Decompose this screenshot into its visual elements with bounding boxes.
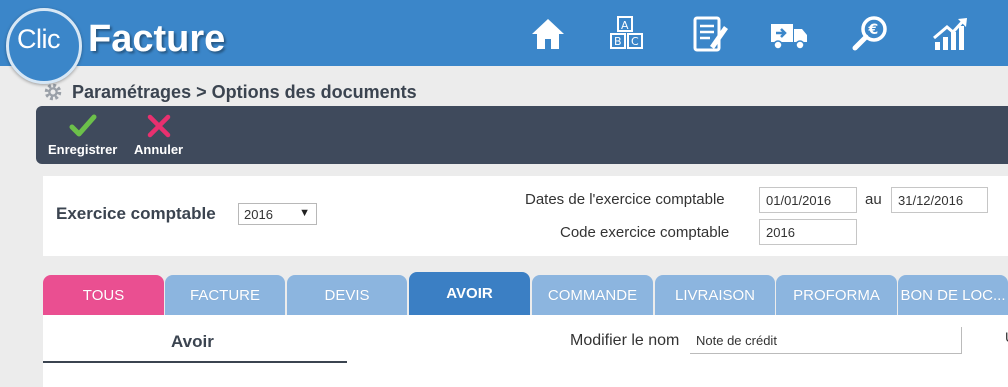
tab-commande[interactable]: COMMANDE xyxy=(532,275,653,315)
exercise-select-value: 2016 xyxy=(244,207,273,222)
section-title: Avoir xyxy=(171,332,214,351)
tab-proforma[interactable]: PROFORMA xyxy=(776,275,897,315)
tab-avoir[interactable]: AVOIR xyxy=(409,272,530,315)
edit-document-icon[interactable] xyxy=(688,14,732,54)
exercise-select[interactable]: 2016 ▼ xyxy=(238,203,317,225)
tab-tous[interactable]: TOUS xyxy=(43,275,164,315)
svg-text:A: A xyxy=(621,19,629,32)
top-header: Clic Facture A B C € xyxy=(0,0,1008,84)
breadcrumb-text: Paramétrages > Options des documents xyxy=(72,81,417,102)
home-icon[interactable] xyxy=(526,14,570,54)
tab-devis[interactable]: DEVIS xyxy=(287,275,407,315)
code-field[interactable]: 2016 xyxy=(759,219,857,245)
tab-livraison[interactable]: LIVRAISON xyxy=(655,275,775,315)
date-start-field[interactable]: 01/01/2016 xyxy=(759,187,857,213)
date-end-field[interactable]: 31/12/2016 xyxy=(891,187,988,213)
exercise-panel: Exercice comptable 2016 ▼ Dates de l'exe… xyxy=(43,176,1008,256)
dropdown-arrow-icon: ▼ xyxy=(299,207,310,219)
exercise-label: Exercice comptable xyxy=(56,204,216,223)
growth-chart-icon[interactable] xyxy=(929,14,973,54)
cancel-label: Annuler xyxy=(134,142,184,157)
checkmark-icon xyxy=(69,114,97,137)
code-label: Code exercice comptable xyxy=(560,224,730,241)
svg-text:B: B xyxy=(614,35,622,48)
action-toolbar: Enregistrer Annuler xyxy=(36,106,1008,164)
section-title-underline xyxy=(43,361,347,363)
delivery-truck-icon[interactable] xyxy=(767,14,811,54)
svg-text:€: € xyxy=(868,22,879,38)
logo-clic-text: Clic xyxy=(17,24,61,54)
abc-blocks-icon[interactable]: A B C xyxy=(606,14,650,54)
save-button[interactable]: Enregistrer xyxy=(48,112,117,157)
save-label: Enregistrer xyxy=(48,142,118,157)
cross-icon xyxy=(147,114,170,138)
rename-label: Modifier le nom xyxy=(570,332,680,349)
document-options-content: Avoir Modifier le nom Note de crédit U xyxy=(43,315,1008,387)
svg-text:C: C xyxy=(631,35,639,48)
dates-label: Dates de l'exercice comptable xyxy=(525,191,725,208)
euro-search-icon[interactable]: € xyxy=(848,14,892,54)
gear-icon xyxy=(44,83,62,101)
logo-facture-text: Facture xyxy=(88,18,226,60)
breadcrumb: Paramétrages > Options des documents xyxy=(42,80,417,104)
tab-facture[interactable]: FACTURE xyxy=(165,275,285,315)
au-label: au xyxy=(865,191,882,208)
tab-bon-de-location[interactable]: BON DE LOC... xyxy=(898,275,1008,315)
rename-input[interactable]: Note de crédit xyxy=(690,327,962,354)
cancel-button[interactable]: Annuler xyxy=(134,112,183,157)
